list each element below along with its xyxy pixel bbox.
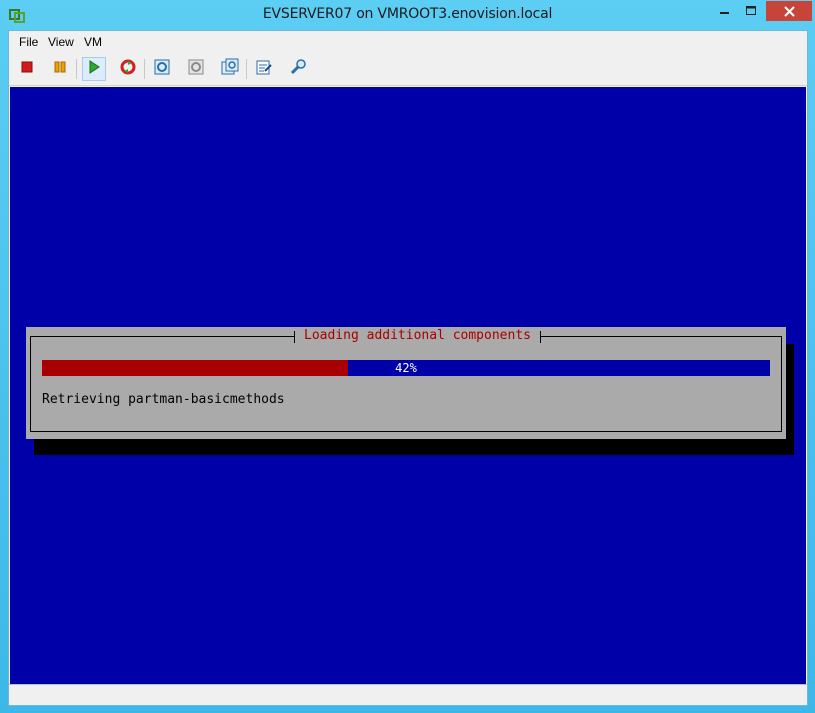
dialog-frame [30, 336, 782, 432]
pause-button[interactable] [48, 57, 72, 81]
toolbar [9, 53, 807, 86]
power-off-button[interactable] [15, 57, 39, 81]
reset-button[interactable] [116, 57, 140, 81]
toolbar-separator [144, 59, 145, 79]
menu-file[interactable]: File [19, 35, 38, 49]
edit-settings-button[interactable] [252, 57, 276, 81]
snapshot-manager-icon [221, 58, 239, 81]
client-area: File View VM Loading additional componen… [8, 30, 808, 706]
dialog-title: Loading additional components [294, 328, 541, 344]
window-title: EVSERVER07 on VMROOT3.enovision.local [262, 6, 553, 22]
play-icon [87, 59, 101, 79]
menu-view-label: View [48, 35, 74, 49]
title-bar[interactable]: EVSERVER07 on VMROOT3.enovision.local [0, 0, 815, 30]
maximize-button[interactable] [738, 1, 764, 21]
vm-console-window: EVSERVER07 on VMROOT3.enovision.local Fi… [0, 0, 815, 713]
progress-label: 42% [395, 361, 417, 375]
menu-bar: File View VM [9, 31, 807, 53]
minimize-button[interactable] [712, 1, 738, 21]
menu-file-label: File [19, 35, 39, 49]
power-on-button[interactable] [82, 57, 106, 81]
snapshot-icon [153, 58, 171, 81]
vm-console-screen[interactable]: Loading additional components 42% Retrie… [10, 87, 806, 685]
tools-icon [289, 58, 307, 81]
status-text: Retrieving partman-basicmethods [42, 392, 285, 407]
snapshot-manager-button[interactable] [218, 57, 242, 81]
edit-settings-icon [255, 58, 273, 81]
toolbar-separator [246, 59, 247, 79]
menu-view[interactable]: View [48, 35, 74, 49]
tools-button[interactable] [286, 57, 310, 81]
reset-icon [119, 58, 137, 81]
menu-vm[interactable]: VM [84, 35, 102, 49]
menu-vm-label: VM [84, 35, 102, 49]
toolbar-separator [76, 59, 77, 79]
revert-icon [187, 58, 205, 81]
status-bar [9, 684, 807, 705]
installer-dialog: Loading additional components 42% Retrie… [26, 327, 786, 439]
revert-button[interactable] [184, 57, 208, 81]
snapshot-button[interactable] [150, 57, 174, 81]
progress-bar: 42% [42, 360, 770, 376]
pause-icon [53, 60, 67, 79]
close-button[interactable] [766, 1, 812, 21]
red-square-icon [20, 60, 34, 79]
